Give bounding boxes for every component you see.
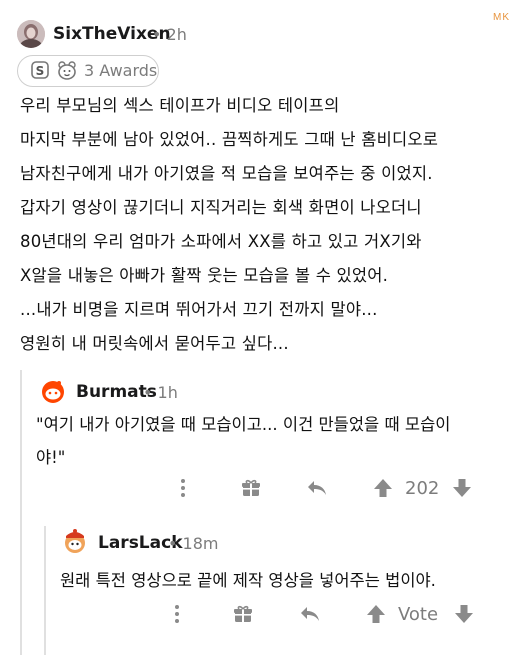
reply1-downvote-icon[interactable] <box>450 476 474 500</box>
post-line-6: X알을 내놓은 아빠가 활짝 웃는 모습을 볼 수 있었어. <box>20 266 389 285</box>
reply2-upvote-icon[interactable] <box>364 602 388 626</box>
reply2-gift-award-icon[interactable] <box>231 602 255 626</box>
post-line-3: 남자친구에게 내가 아기였을 적 모습을 보여주는 중 이었지. <box>20 164 433 183</box>
awards-pill[interactable]: S 3 Awards <box>17 55 159 87</box>
op-timestamp: • 2h <box>152 25 187 44</box>
reply2-downvote-icon[interactable] <box>452 602 476 626</box>
reply2-vote-label: Vote <box>398 604 439 625</box>
reply1-timestamp: • 1h <box>143 383 178 402</box>
post-line-4: 갑자기 영상이 끊기더니 지직거리는 회색 화면이 나오더니 <box>20 198 422 217</box>
awards-label: 3 Awards <box>84 61 158 80</box>
wholesome-award-icon <box>56 59 78 81</box>
silver-award-icon: S <box>30 60 50 80</box>
reply2-timestamp: • 18m <box>168 534 219 553</box>
reply1-line-2: 야!" <box>36 448 66 467</box>
thread-line-level-1[interactable] <box>20 370 22 655</box>
reply1-line-1: "여기 내가 아기였을 때 모습이고... 이건 만들었을 때 모습이 <box>36 415 451 434</box>
post-line-5: 80년대의 우리 엄마가 소파에서 XX를 하고 있고 거X기와 <box>20 232 422 251</box>
reply1-reply-arrow-icon[interactable] <box>305 476 329 500</box>
post-line-1: 우리 부모님의 섹스 테이프가 비디오 테이프의 <box>20 96 340 115</box>
reply2-reply-arrow-icon[interactable] <box>298 602 322 626</box>
thread-line-level-2[interactable] <box>44 526 46 655</box>
post-line-7: ...내가 비명을 지르며 뛰어가서 끄기 전까지 말야... <box>20 300 378 319</box>
reply1-upvote-icon[interactable] <box>371 476 395 500</box>
reply1-gift-award-icon[interactable] <box>239 476 263 500</box>
post-line-8: 영원히 내 머릿속에서 묻어두고 싶다... <box>20 334 289 353</box>
reply2-avatar[interactable] <box>60 527 90 557</box>
watermark: MK <box>493 12 510 23</box>
reply1-more-options-icon[interactable] <box>173 476 193 500</box>
reply1-avatar[interactable] <box>38 376 68 406</box>
op-avatar[interactable] <box>17 20 45 48</box>
post-line-2: 마지막 부분에 남아 있었어.. 끔찍하게도 그때 난 홈비디오로 <box>20 130 439 149</box>
reply1-vote-count: 202 <box>405 478 440 499</box>
reply2-more-options-icon[interactable] <box>167 602 187 626</box>
svg-text:S: S <box>36 64 45 78</box>
reply2-line-1: 원래 특전 영상으로 끝에 제작 영상을 넣어주는 법이야. <box>60 571 436 590</box>
